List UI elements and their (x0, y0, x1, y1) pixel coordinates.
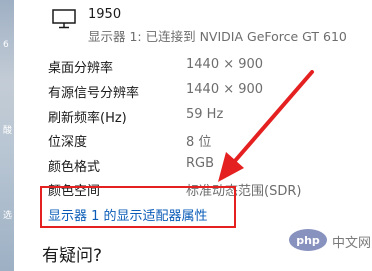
info-label: 桌面分辨率 (48, 61, 114, 76)
edge-mark: 选 (3, 211, 13, 221)
advanced-display-settings-panel: 1950 显示器 1: 已连接到 NVIDIA GeForce GT 610 桌… (14, 0, 372, 271)
info-label: 刷新频率(Hz) (48, 111, 127, 126)
info-row-color-format: 颜色格式 RGB (48, 156, 348, 176)
php-logo-icon: php (289, 229, 327, 251)
monitor-icon (52, 9, 76, 29)
info-label: 有源信号分辨率 (48, 86, 140, 101)
info-row-refresh-rate: 刷新频率(Hz) 59 Hz (48, 107, 348, 127)
edge-mark: 酸 (3, 126, 13, 136)
info-label: 位深度 (48, 135, 88, 150)
edge-mark: 6 (3, 40, 9, 50)
info-value: 8 位 (186, 135, 212, 150)
info-value: 1440 × 900 (186, 57, 264, 72)
info-row-bit-depth: 位深度 8 位 (48, 131, 348, 151)
info-value: 1440 × 900 (186, 82, 264, 97)
php-logo-text: php (296, 234, 320, 247)
info-row-desktop-resolution: 桌面分辨率 1440 × 900 (48, 57, 348, 77)
watermark-text: 中文网 (332, 236, 372, 251)
site-watermark: php 中文网 (288, 228, 372, 254)
display-name: 1950 (88, 7, 122, 22)
background-window-edge: 6 酸 选 (0, 0, 14, 271)
info-value: RGB (186, 156, 215, 171)
info-row-active-signal-resolution: 有源信号分辨率 1440 × 900 (48, 82, 348, 102)
info-value: 59 Hz (186, 107, 224, 122)
highlight-box (40, 186, 236, 228)
info-label: 颜色格式 (48, 160, 101, 175)
help-heading: 有疑问? (42, 246, 103, 266)
display-connection-info: 显示器 1: 已连接到 NVIDIA GeForce GT 610 (88, 29, 347, 44)
